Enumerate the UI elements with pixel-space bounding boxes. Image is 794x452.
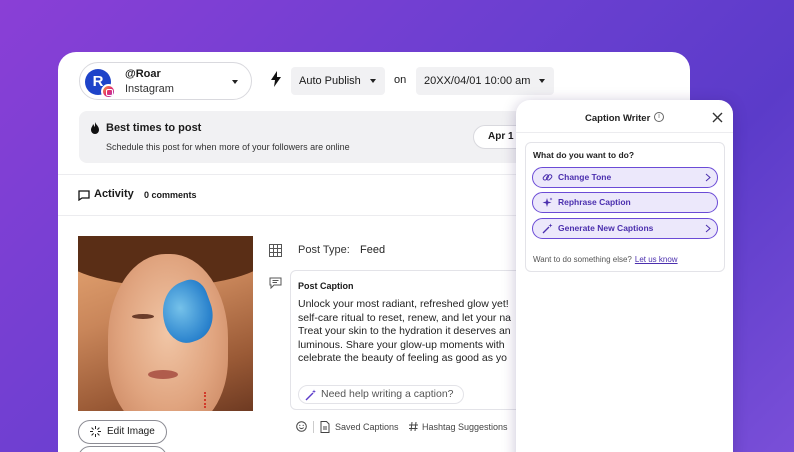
hashtag-icon [409, 421, 418, 432]
edit-image-label: Edit Image [107, 426, 155, 437]
toolbar-separator [313, 421, 314, 433]
edit-image-button[interactable]: Edit Image [78, 420, 167, 444]
caption-title: Post Caption [298, 281, 354, 291]
rephrase-caption-button[interactable]: Rephrase Caption [532, 192, 718, 213]
rephrase-caption-label: Rephrase Caption [558, 197, 631, 207]
chevron-down-icon [232, 80, 238, 84]
divider [516, 132, 733, 133]
comments-count: 0 comments [144, 190, 197, 200]
schedule-datetime-dropdown[interactable]: 20XX/04/01 10:00 am [416, 67, 554, 95]
on-label: on [394, 74, 407, 86]
account-handle: @Roar [125, 68, 161, 80]
change-tone-button[interactable]: Change Tone [532, 167, 718, 188]
best-times-subtitle: Schedule this post for when more of your… [106, 142, 350, 152]
change-tone-label: Change Tone [558, 172, 612, 182]
feedback-link[interactable]: Let us know [635, 255, 678, 264]
hashtag-suggestions-button[interactable]: Hashtag Suggestions [422, 420, 508, 434]
account-platform: Instagram [125, 83, 174, 95]
generate-new-captions-label: Generate New Captions [558, 223, 654, 233]
magic-wand-icon [542, 223, 553, 234]
caption-icon [269, 277, 282, 289]
publish-mode-label: Auto Publish [299, 75, 361, 87]
post-image [78, 236, 253, 411]
comment-icon [78, 190, 90, 201]
lightning-icon [271, 71, 281, 87]
caption-writer-panel: Caption Writer i What do you want to do?… [516, 100, 733, 452]
fire-icon [91, 122, 99, 134]
magic-wand-icon [305, 389, 316, 401]
caption-writer-title: Caption Writer [585, 113, 651, 124]
sparkle-icon [542, 197, 553, 207]
caption-text[interactable]: Unlock your most radiant, refreshed glow… [298, 298, 530, 366]
post-type-label: Post Type: [298, 244, 350, 256]
caption-actions-box: What do you want to do? Change Tone Reph… [525, 142, 725, 272]
best-times-title: Best times to post [106, 122, 202, 134]
close-icon[interactable] [712, 112, 723, 123]
grid-icon [269, 244, 282, 257]
schedule-datetime-label: 20XX/04/01 10:00 am [424, 75, 531, 87]
chevron-down-icon [539, 79, 545, 83]
saved-captions-button[interactable]: Saved Captions [335, 420, 399, 434]
info-icon[interactable]: i [654, 112, 664, 122]
chevron-right-icon [705, 173, 711, 182]
chevron-right-icon [705, 224, 711, 233]
caption-help-button[interactable]: Need help writing a caption? [298, 385, 464, 404]
saved-captions-icon [320, 421, 330, 433]
link-icon [542, 174, 553, 181]
image-action-button[interactable] [78, 446, 167, 452]
activity-tab[interactable]: Activity [94, 188, 134, 200]
emoji-icon[interactable] [296, 421, 307, 432]
chevron-down-icon [370, 79, 376, 83]
footer-text: Want to do something else? [533, 255, 632, 264]
magic-edit-icon [90, 426, 101, 437]
generate-new-captions-button[interactable]: Generate New Captions [532, 218, 718, 239]
instagram-icon [101, 84, 116, 99]
caption-help-label: Need help writing a caption? [321, 388, 454, 400]
caption-writer-question: What do you want to do? [533, 150, 635, 160]
account-selector[interactable]: R @Roar Instagram [79, 62, 252, 100]
post-type-value[interactable]: Feed [360, 244, 385, 256]
caption-writer-footer: Want to do something else? Let us know [533, 255, 678, 264]
best-times-banner: Best times to post Schedule this post fo… [79, 111, 579, 163]
publish-mode-dropdown[interactable]: Auto Publish [291, 67, 385, 95]
